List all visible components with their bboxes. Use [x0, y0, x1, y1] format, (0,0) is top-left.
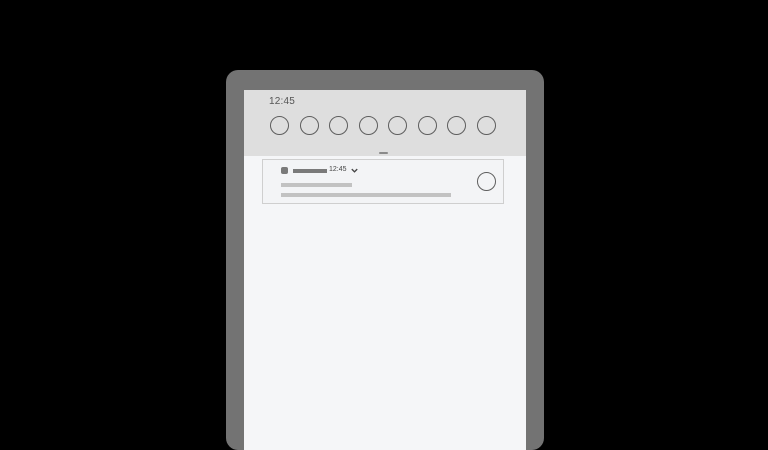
- notification-action-circle-icon[interactable]: [477, 172, 496, 191]
- panel-drag-handle[interactable]: [379, 152, 388, 154]
- quick-settings-panel: 12:45: [244, 90, 526, 156]
- chevron-down-icon[interactable]: [350, 166, 359, 175]
- status-bar-clock: 12:45: [269, 96, 296, 107]
- quick-setting-tile-6[interactable]: [418, 116, 437, 135]
- notification-body-placeholder: [281, 193, 451, 197]
- tablet-device-frame: 12:45 12:45: [226, 70, 544, 450]
- notification-time: 12:45: [329, 166, 347, 173]
- quick-setting-tile-4[interactable]: [359, 116, 378, 135]
- quick-setting-tile-2[interactable]: [300, 116, 319, 135]
- quick-settings-tiles: [270, 116, 500, 138]
- notification-title-placeholder: [281, 183, 352, 187]
- device-screen: 12:45 12:45: [244, 90, 526, 450]
- quick-setting-tile-7[interactable]: [447, 116, 466, 135]
- app-name-placeholder: [293, 169, 327, 173]
- notification-card[interactable]: 12:45: [262, 159, 504, 204]
- quick-setting-tile-8[interactable]: [477, 116, 496, 135]
- quick-setting-tile-3[interactable]: [329, 116, 348, 135]
- quick-setting-tile-1[interactable]: [270, 116, 289, 135]
- quick-setting-tile-5[interactable]: [388, 116, 407, 135]
- app-icon: [281, 167, 288, 174]
